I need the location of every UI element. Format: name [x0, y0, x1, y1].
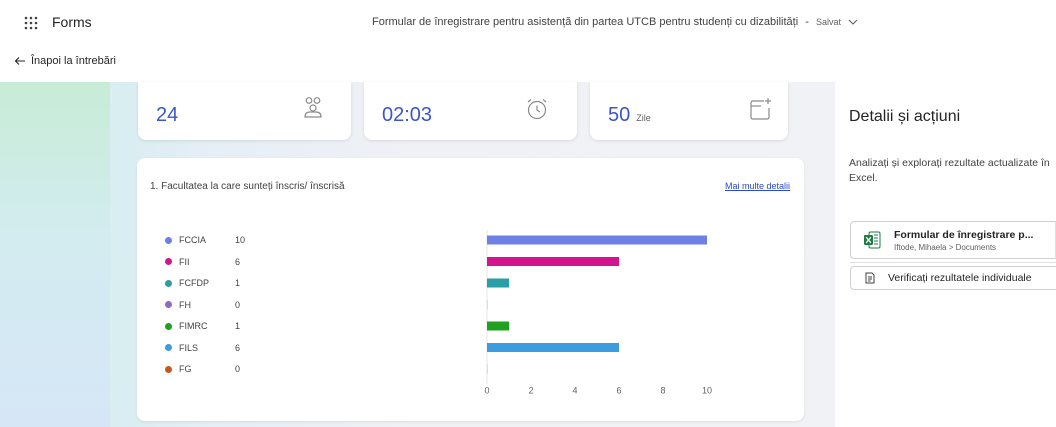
- x-tick-label: 2: [528, 386, 533, 396]
- document-list-icon: [865, 272, 875, 284]
- chart-bar[interactable]: [487, 235, 707, 245]
- details-panel-description: Analizați și explorați rezultate actuali…: [849, 157, 1050, 184]
- x-tick-label: 8: [660, 386, 665, 396]
- top-bar: Forms Formular de înregistrare pentru as…: [0, 0, 1056, 46]
- title-separator: -: [805, 16, 809, 28]
- x-tick-label: 10: [702, 386, 712, 396]
- canvas-left-gradient: [0, 82, 110, 427]
- verify-results-button[interactable]: Verificați rezultatele individuale: [850, 266, 1056, 290]
- responses-count-card: 24: [138, 82, 351, 140]
- panel-divider: [850, 262, 1056, 263]
- x-tick-label: 6: [616, 386, 621, 396]
- excel-file-path: Iftode, Mihaela > Documents: [894, 243, 997, 252]
- duration-card: 50 Zile: [590, 82, 788, 140]
- average-time-card: 02:03: [364, 82, 577, 140]
- back-to-questions-link[interactable]: Înapoi la întrebări: [14, 55, 116, 67]
- save-status: Salvat: [815, 17, 841, 27]
- app-name[interactable]: Forms: [52, 14, 92, 30]
- excel-file-card[interactable]: Formular de înregistrare p... Iftode, Mi…: [850, 221, 1056, 259]
- document-title: Formular de înregistrare pentru asistenț…: [372, 16, 799, 28]
- chart-bar[interactable]: [487, 257, 619, 266]
- back-label: Înapoi la întrebări: [31, 55, 116, 67]
- waffle-icon[interactable]: [24, 16, 38, 30]
- calendar-add-icon: [750, 98, 771, 120]
- people-icon: [304, 97, 322, 118]
- x-tick-label: 4: [572, 386, 577, 396]
- chart-bar[interactable]: [487, 343, 619, 352]
- document-title-bar[interactable]: Formular de înregistrare pentru asistenț…: [372, 16, 858, 28]
- duration-number: 50: [608, 104, 631, 126]
- bar-chart: 0 2 4 6 8 10: [484, 230, 712, 396]
- alarm-clock-icon: [527, 99, 547, 120]
- duration-unit: Zile: [636, 113, 651, 123]
- details-panel: Detalii și acțiuni Analizați și exploraț…: [835, 82, 1056, 427]
- details-panel-title: Detalii și acțiuni: [849, 108, 961, 125]
- chart-bar[interactable]: [487, 321, 509, 331]
- excel-file-name: Formular de înregistrare p...: [894, 229, 1034, 241]
- average-time-value: 02:03: [382, 104, 433, 126]
- chart-bar[interactable]: [487, 278, 509, 288]
- chart-bar[interactable]: [487, 364, 488, 374]
- question-summary-card: 1. Facultatea la care sunteți înscris/ î…: [137, 158, 804, 421]
- excel-icon: [864, 231, 881, 249]
- responses-count-value: 24: [156, 104, 179, 126]
- arrow-left-icon: [14, 57, 25, 65]
- duration-value: 50 Zile: [608, 104, 651, 127]
- chevron-down-icon[interactable]: [848, 18, 858, 26]
- chart-bar[interactable]: [487, 300, 488, 309]
- x-tick-label: 0: [484, 386, 489, 396]
- verify-results-label: Verificați rezultatele individuale: [888, 272, 1032, 284]
